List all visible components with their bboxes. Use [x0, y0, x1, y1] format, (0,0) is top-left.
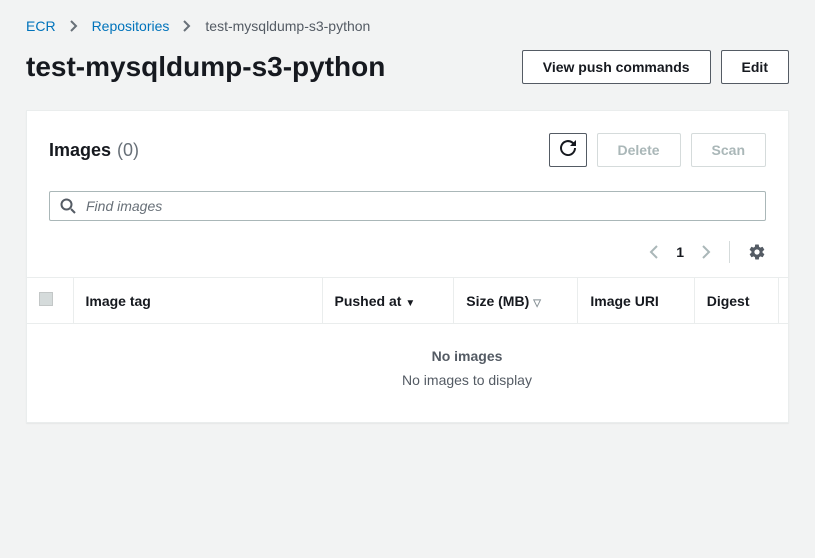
- images-table: Image tag Pushed at▼ Size (MB)▽ Image UR…: [27, 278, 788, 414]
- search-icon: [60, 198, 76, 214]
- refresh-button[interactable]: [549, 133, 587, 167]
- gear-icon[interactable]: [748, 243, 766, 261]
- checkbox-icon: [39, 292, 53, 306]
- next-page-button: [702, 245, 711, 259]
- search-input[interactable]: [86, 198, 755, 214]
- divider: [729, 241, 730, 263]
- table-scroll[interactable]: Image tag Pushed at▼ Size (MB)▽ Image UR…: [27, 277, 788, 422]
- delete-button: Delete: [597, 133, 681, 167]
- column-scan-status[interactable]: Scan status: [779, 278, 788, 324]
- sort-icon: ▽: [533, 298, 541, 309]
- chevron-right-icon: [70, 20, 78, 32]
- breadcrumb-repositories[interactable]: Repositories: [92, 18, 170, 34]
- breadcrumb: ECR Repositories test-mysqldump-s3-pytho…: [26, 18, 789, 34]
- empty-state-title: No images: [27, 324, 788, 369]
- chevron-right-icon: [183, 20, 191, 32]
- search-input-wrap[interactable]: [49, 191, 766, 221]
- column-select-all[interactable]: [27, 278, 73, 324]
- scan-button: Scan: [691, 133, 766, 167]
- column-digest[interactable]: Digest: [694, 278, 778, 324]
- refresh-icon: [560, 140, 576, 160]
- images-count: (0): [117, 140, 139, 161]
- images-heading: Images (0): [49, 140, 139, 161]
- view-push-commands-button[interactable]: View push commands: [522, 50, 711, 84]
- breadcrumb-current: test-mysqldump-s3-python: [205, 18, 370, 34]
- page-number: 1: [676, 244, 684, 260]
- page-title: test-mysqldump-s3-python: [26, 51, 385, 83]
- sort-desc-icon: ▼: [405, 298, 415, 309]
- column-image-uri[interactable]: Image URI: [578, 278, 694, 324]
- edit-button[interactable]: Edit: [721, 50, 789, 84]
- empty-state-subtitle: No images to display: [27, 368, 788, 414]
- prev-page-button: [649, 245, 658, 259]
- column-size[interactable]: Size (MB)▽: [454, 278, 578, 324]
- breadcrumb-root[interactable]: ECR: [26, 18, 56, 34]
- column-image-tag[interactable]: Image tag: [73, 278, 322, 324]
- column-pushed-at[interactable]: Pushed at▼: [322, 278, 454, 324]
